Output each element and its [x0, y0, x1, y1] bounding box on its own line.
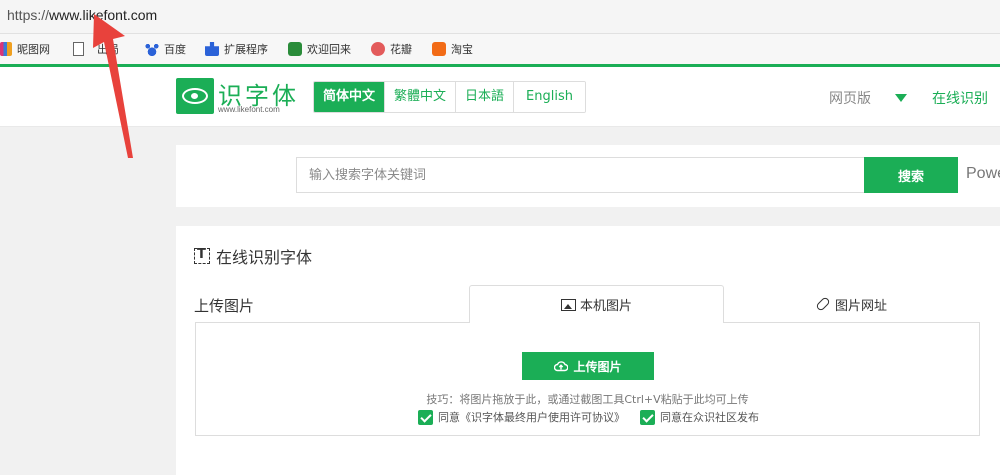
bookmark-baidu[interactable]: 百度: [145, 40, 186, 58]
lang-simplified-chinese[interactable]: 简体中文: [314, 82, 386, 112]
identify-font-panel: 在线识别字体 上传图片 本机图片 图片网址 上传图片 技巧：将图片拖放于此，或通…: [176, 226, 1000, 475]
agree-publish-option[interactable]: 同意在众识社区发布: [640, 409, 759, 425]
baidu-paw-icon: [145, 42, 159, 56]
tab-local-image[interactable]: 本机图片: [469, 285, 724, 323]
cloud-upload-icon: [554, 361, 569, 372]
bookmark-label: 百度: [164, 43, 186, 56]
url-scheme: https://: [7, 7, 50, 23]
tab-local-label: 本机图片: [579, 299, 632, 314]
bookmark-nipic[interactable]: 昵图网: [0, 40, 50, 58]
document-icon: [73, 42, 84, 56]
font-search-input[interactable]: [296, 157, 864, 193]
lang-japanese[interactable]: 日本語: [456, 82, 515, 112]
online-identify-link[interactable]: 在线识别: [932, 88, 988, 108]
upload-tip: 技巧：将图片拖放于此，或通过截图工具Ctrl+V粘贴于此均可上传: [426, 393, 749, 406]
url-text[interactable]: https://www.likefont.com: [7, 7, 157, 23]
publish-checkbox[interactable]: [640, 409, 655, 425]
taobao-icon: [432, 42, 446, 56]
caret-down-icon[interactable]: [895, 94, 907, 102]
site-header: 识字体 www.likefont.com 简体中文 繁體中文 日本語 Engli…: [0, 67, 1000, 127]
bookmarks-bar: 昵图网 出局 百度 扩展程序 欢迎回来 花瓣 淘宝: [0, 34, 1000, 64]
url-host: www.likefont.com: [49, 7, 158, 23]
powered-text: Powe: [966, 165, 1000, 182]
bookmark-label: 昵图网: [17, 43, 50, 56]
site-logo[interactable]: 识字体 www.likefont.com: [176, 78, 316, 118]
agree-publish-label: 同意在众识社区发布: [660, 411, 759, 424]
link-icon: [815, 296, 831, 312]
bookmark-huaban[interactable]: 花瓣: [371, 40, 412, 58]
image-drop-area[interactable]: 上传图片 技巧：将图片拖放于此，或通过截图工具Ctrl+V粘贴于此均可上传 同意…: [195, 322, 980, 436]
tab-url-label: 图片网址: [834, 298, 887, 314]
text-recognition-icon: [194, 247, 210, 264]
upload-image-button[interactable]: 上传图片: [522, 352, 654, 380]
bookmark-label: 花瓣: [390, 43, 412, 56]
evernote-icon: [288, 42, 302, 56]
tab-image-url[interactable]: 图片网址: [724, 285, 979, 323]
search-button[interactable]: 搜索: [864, 157, 958, 193]
search-panel: 搜索 Powe: [176, 145, 1000, 207]
bookmark-evernote[interactable]: 欢迎回来: [288, 40, 351, 58]
lang-traditional-chinese[interactable]: 繁體中文: [385, 82, 457, 112]
language-switcher: 简体中文 繁體中文 日本語 English: [313, 81, 586, 113]
license-checkbox[interactable]: [418, 409, 433, 425]
address-bar[interactable]: https://www.likefont.com: [0, 0, 1000, 34]
bookmark-chuju[interactable]: 出局: [73, 40, 119, 58]
bookmark-label: 欢迎回来: [307, 43, 351, 56]
upload-image-label: 上传图片: [194, 297, 255, 315]
agree-license-label: 同意《识字体最终用户使用许可协议》: [438, 411, 625, 424]
nipic-icon: [0, 42, 12, 56]
bookmark-extensions[interactable]: 扩展程序: [205, 40, 268, 58]
bookmark-label: 出局: [97, 43, 119, 56]
lang-english[interactable]: English: [514, 82, 585, 112]
eye-logo-icon: [176, 78, 214, 114]
upload-button-label: 上传图片: [573, 359, 622, 374]
agree-license-option[interactable]: 同意《识字体最终用户使用许可协议》: [418, 409, 625, 425]
logo-subtitle: www.likefont.com: [218, 105, 280, 114]
section-title: 在线识别字体: [194, 244, 312, 268]
image-icon: [560, 298, 576, 311]
puzzle-icon: [205, 42, 219, 56]
bookmark-taobao[interactable]: 淘宝: [432, 40, 473, 58]
section-title-text: 在线识别字体: [216, 248, 313, 267]
bookmark-label: 淘宝: [451, 43, 473, 56]
huaban-icon: [371, 42, 385, 56]
web-version-link[interactable]: 网页版: [829, 88, 871, 108]
bookmark-label: 扩展程序: [224, 43, 268, 56]
